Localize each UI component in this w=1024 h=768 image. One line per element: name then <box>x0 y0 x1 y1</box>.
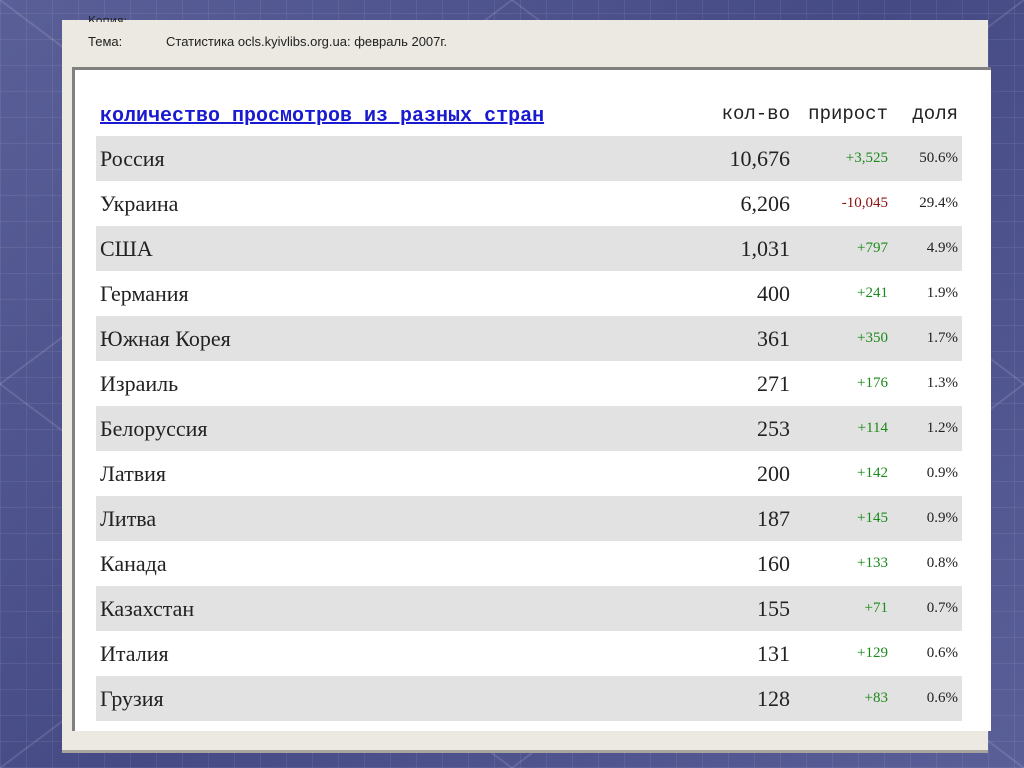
subject-value: Статистика ocls.kyivlibs.org.ua: февраль… <box>166 34 448 49</box>
table-row: Израиль 271 +176 1.3% <box>96 361 962 406</box>
header-cut-text: Копия: <box>88 14 128 22</box>
growth-value: +797 <box>857 240 888 256</box>
share-value: 1.2% <box>926 420 958 436</box>
country-name: Россия <box>100 145 165 171</box>
growth-value: +350 <box>857 330 888 346</box>
table-row: Россия 10,676 +3,525 50.6% <box>96 136 962 181</box>
country-name: Казахстан <box>100 595 195 621</box>
view-count: 187 <box>757 505 790 531</box>
growth-value: +241 <box>857 285 888 301</box>
share-value: 0.6% <box>926 645 958 661</box>
country-name: Литва <box>100 505 157 531</box>
table-row: Италия 131 +129 0.6% <box>96 631 962 676</box>
table-row: Германия 400 +241 1.9% <box>96 271 962 316</box>
share-value: 29.4% <box>919 195 958 211</box>
column-header-count: кол-во <box>721 103 790 125</box>
share-value: 50.6% <box>919 150 958 166</box>
table-row: Казахстан 155 +71 0.7% <box>96 586 962 631</box>
country-name: Латвия <box>100 460 167 486</box>
view-count: 400 <box>757 280 790 306</box>
view-count: 361 <box>757 325 790 351</box>
table-header-row: количество просмотров из разных стран ко… <box>96 92 962 136</box>
country-name: Канада <box>100 550 167 576</box>
country-name: Германия <box>100 280 189 306</box>
table-row: Литва 187 +145 0.9% <box>96 496 962 541</box>
message-window: Копия: Тема: Статистика ocls.kyivlibs.org… <box>62 14 991 753</box>
table-row: Латвия 200 +142 0.9% <box>96 451 962 496</box>
share-value: 4.9% <box>926 240 958 256</box>
country-name: США <box>100 235 153 261</box>
share-value: 1.3% <box>926 375 958 391</box>
view-count: 155 <box>757 595 790 621</box>
growth-value: +71 <box>864 600 888 616</box>
country-stats-table: количество просмотров из разных стран ко… <box>96 92 962 721</box>
view-count: 131 <box>757 640 790 666</box>
subject-row: Тема: Статистика ocls.kyivlibs.org.ua: фе… <box>88 34 447 49</box>
growth-value: +3,525 <box>845 150 888 166</box>
share-value: 1.9% <box>926 285 958 301</box>
country-name: Белоруссия <box>100 415 208 441</box>
view-count: 6,206 <box>740 190 791 216</box>
table-row: Украина 6,206 -10,045 29.4% <box>96 181 962 226</box>
table-row: Белоруссия 253 +114 1.2% <box>96 406 962 451</box>
view-count: 253 <box>757 415 790 441</box>
growth-value: +142 <box>857 465 888 481</box>
share-value: 0.7% <box>926 600 958 616</box>
growth-value: +145 <box>857 510 888 526</box>
view-count: 200 <box>757 460 790 486</box>
column-header-share: доля <box>912 103 958 125</box>
country-name: Южная Корея <box>100 325 231 351</box>
table-row: Южная Корея 361 +350 1.7% <box>96 316 962 361</box>
growth-value: +114 <box>857 420 888 436</box>
message-body: количество просмотров из разных стран ко… <box>72 67 991 731</box>
growth-value: +133 <box>857 555 888 571</box>
view-count: 128 <box>757 685 790 711</box>
share-value: 0.9% <box>926 510 958 526</box>
table-row: Канада 160 +133 0.8% <box>96 541 962 586</box>
column-header-growth: прирост <box>808 103 888 125</box>
share-value: 1.7% <box>926 330 958 346</box>
share-value: 0.6% <box>926 690 958 706</box>
subject-label: Тема: <box>88 34 123 49</box>
share-value: 0.9% <box>926 465 958 481</box>
growth-value: +176 <box>857 375 888 391</box>
country-name: Украина <box>100 190 179 216</box>
share-value: 0.8% <box>926 555 958 571</box>
growth-value: +129 <box>857 645 888 661</box>
country-name: Грузия <box>100 685 164 711</box>
country-name: Израиль <box>100 370 179 396</box>
view-count: 1,031 <box>740 235 791 261</box>
view-count: 271 <box>757 370 790 396</box>
view-count: 160 <box>757 550 790 576</box>
table-row: США 1,031 +797 4.9% <box>96 226 962 271</box>
growth-value: -10,045 <box>841 195 888 211</box>
country-name: Италия <box>100 640 169 666</box>
growth-value: +83 <box>864 690 888 706</box>
table-row: Грузия 128 +83 0.6% <box>96 676 962 721</box>
view-count: 10,676 <box>729 145 791 171</box>
table-title-link[interactable]: количество просмотров из разных стран <box>100 105 544 128</box>
